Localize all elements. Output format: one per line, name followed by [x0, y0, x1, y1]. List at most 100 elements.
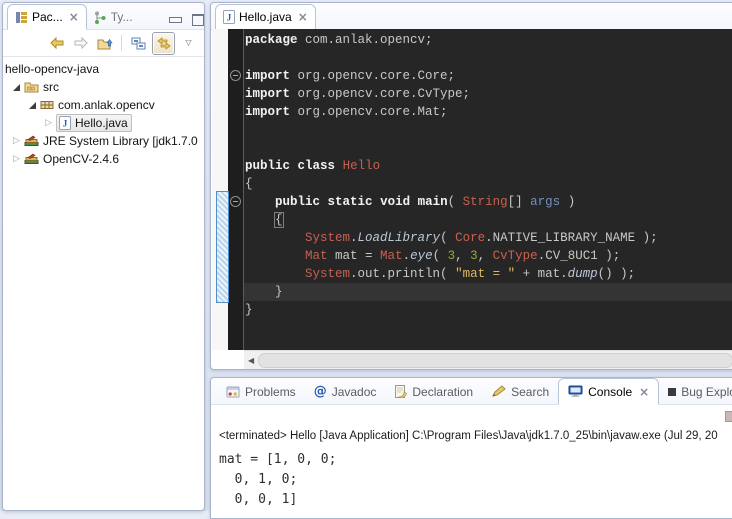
- code-line: [245, 49, 732, 67]
- tab-hello-java[interactable]: J Hello.java ×: [215, 4, 316, 30]
- code-line: System.LoadLibrary( Core.NATIVE_LIBRARY_…: [245, 229, 732, 247]
- close-icon[interactable]: ×: [639, 385, 649, 399]
- minimize-icon[interactable]: [169, 17, 182, 23]
- tab-label: Ty...: [111, 10, 133, 24]
- tree-item-label: src: [43, 80, 59, 94]
- tree-item[interactable]: ▷ JRE System Library [jdk1.7.0: [3, 132, 204, 150]
- declaration-icon: [394, 385, 407, 398]
- code-line: public class Hello: [245, 157, 732, 175]
- up-button[interactable]: [94, 33, 115, 54]
- console-tabs: Problems @ Javadoc Declaration Search Console…: [211, 378, 732, 405]
- tree-item-label: hello-opencv-java: [5, 62, 99, 76]
- tree-item-label: com.anlak.opencv: [58, 98, 155, 112]
- left-panel-tabs: Pac... × Ty...: [3, 3, 204, 30]
- tab-label: Hello.java: [239, 10, 292, 24]
- scroll-left-icon[interactable]: ◀: [248, 356, 254, 365]
- maximize-icon[interactable]: [192, 14, 204, 26]
- tree-item-label: OpenCV-2.4.6: [43, 152, 119, 166]
- code-line: import org.opencv.core.Core;: [245, 67, 732, 85]
- up-icon: [97, 37, 113, 50]
- library-icon: [24, 135, 39, 147]
- link-editor-icon: [156, 37, 172, 50]
- back-button[interactable]: [46, 33, 67, 54]
- tab-label: Problems: [245, 385, 296, 399]
- tree-item[interactable]: com.anlak.opencv: [3, 96, 204, 114]
- java-file-icon: J: [223, 10, 235, 24]
- fold-marker-icon[interactable]: [230, 196, 241, 207]
- fold-gutter: [228, 29, 244, 350]
- code-line: }: [245, 283, 732, 301]
- link-editor-button[interactable]: [152, 32, 175, 55]
- collapse-arrow-icon[interactable]: [11, 84, 22, 91]
- view-menu-button[interactable]: ▽: [178, 33, 199, 54]
- collapse-arrow-icon[interactable]: [27, 102, 38, 109]
- source-folder-icon: [24, 81, 39, 93]
- code-line: {: [245, 211, 732, 229]
- tab-label: Javadoc: [332, 385, 377, 399]
- code-editor[interactable]: package com.anlak.opencv;import org.open…: [212, 29, 732, 350]
- editor-panel: J Hello.java × package com.anlak.opencv;…: [210, 2, 732, 370]
- tab-search[interactable]: Search: [482, 379, 558, 404]
- package-explorer-icon: [15, 11, 28, 24]
- package-explorer-toolbar: ▽: [3, 30, 204, 57]
- forward-button[interactable]: [70, 33, 91, 54]
- back-icon: [49, 36, 65, 50]
- tab-console[interactable]: Console×: [558, 378, 659, 405]
- tree-item-label: Hello.java: [75, 116, 128, 130]
- library-icon: [24, 153, 39, 165]
- scrollbar-thumb[interactable]: [258, 353, 732, 368]
- collapse-all-icon: [131, 37, 146, 50]
- console-output-line: 0, 1, 0;: [219, 470, 732, 490]
- tab-label: Pac...: [32, 10, 63, 24]
- search-icon: [491, 385, 506, 398]
- svg-text:J: J: [227, 13, 232, 23]
- package-explorer-panel: Pac... × Ty... ▽ hello-opencv-java src com…: [2, 2, 205, 511]
- console-output-area[interactable]: mat = [1, 0, 0; 0, 1, 0; 0, 0, 1]: [211, 450, 732, 510]
- horizontal-scrollbar[interactable]: ◀: [244, 350, 732, 369]
- expand-arrow-icon[interactable]: ▷: [43, 118, 54, 128]
- console-icon: [568, 385, 583, 398]
- forward-icon: [73, 36, 89, 50]
- code-line: [245, 139, 732, 157]
- tab-label: Search: [511, 385, 549, 399]
- tab-javadoc[interactable]: @ Javadoc: [305, 379, 386, 404]
- code-line: }: [245, 301, 732, 319]
- tree-selection: J Hello.java: [56, 114, 132, 132]
- code-line: Mat mat = Mat.eye( 3, 3, CvType.CV_8UC1 …: [245, 247, 732, 265]
- tree-item[interactable]: ▷ OpenCV-2.4.6: [3, 150, 204, 168]
- editor-tabs: J Hello.java ×: [211, 3, 732, 30]
- tab-package-explorer[interactable]: Pac... ×: [7, 4, 87, 30]
- code-line: [245, 121, 732, 139]
- console-panel: Problems @ Javadoc Declaration Search Console…: [210, 377, 732, 519]
- code-line: import org.opencv.core.CvType;: [245, 85, 732, 103]
- package-icon: [40, 99, 54, 111]
- toolbar-separator: [121, 35, 122, 51]
- tab-declaration[interactable]: Declaration: [385, 379, 482, 404]
- close-icon[interactable]: ×: [69, 10, 79, 24]
- tab-label: Declaration: [412, 385, 473, 399]
- code-line: public static void main( String[] args ): [245, 193, 732, 211]
- bug-icon: [668, 388, 676, 396]
- close-icon[interactable]: ×: [298, 10, 308, 24]
- type-hierarchy-icon: [94, 11, 107, 24]
- fold-marker-icon[interactable]: [230, 70, 241, 81]
- expand-arrow-icon[interactable]: ▷: [11, 136, 22, 146]
- javadoc-icon: @: [314, 385, 327, 398]
- collapse-all-button[interactable]: [128, 33, 149, 54]
- project-tree: hello-opencv-java src com.anlak.opencv ▷ J He…: [3, 57, 204, 168]
- tree-item[interactable]: src: [3, 78, 204, 96]
- tree-item-project[interactable]: hello-opencv-java: [3, 60, 204, 78]
- terminate-icon[interactable]: [725, 411, 732, 422]
- console-output-line: mat = [1, 0, 0;: [219, 450, 732, 470]
- tab-bug-explorer[interactable]: Bug Explorer: [659, 379, 732, 404]
- expand-arrow-icon[interactable]: ▷: [11, 154, 22, 164]
- tree-item-label: JRE System Library [jdk1.7.0: [43, 134, 198, 148]
- tab-type-hierarchy[interactable]: Ty...: [87, 5, 140, 29]
- console-status-line: <terminated> Hello [Java Application] C:…: [211, 430, 732, 442]
- code-line: import org.opencv.core.Mat;: [245, 103, 732, 121]
- tab-problems[interactable]: Problems: [217, 379, 305, 404]
- code-line: {: [245, 175, 732, 193]
- java-file-icon: J: [59, 116, 71, 130]
- tree-item[interactable]: ▷ J Hello.java: [3, 114, 204, 132]
- problems-icon: [226, 386, 240, 398]
